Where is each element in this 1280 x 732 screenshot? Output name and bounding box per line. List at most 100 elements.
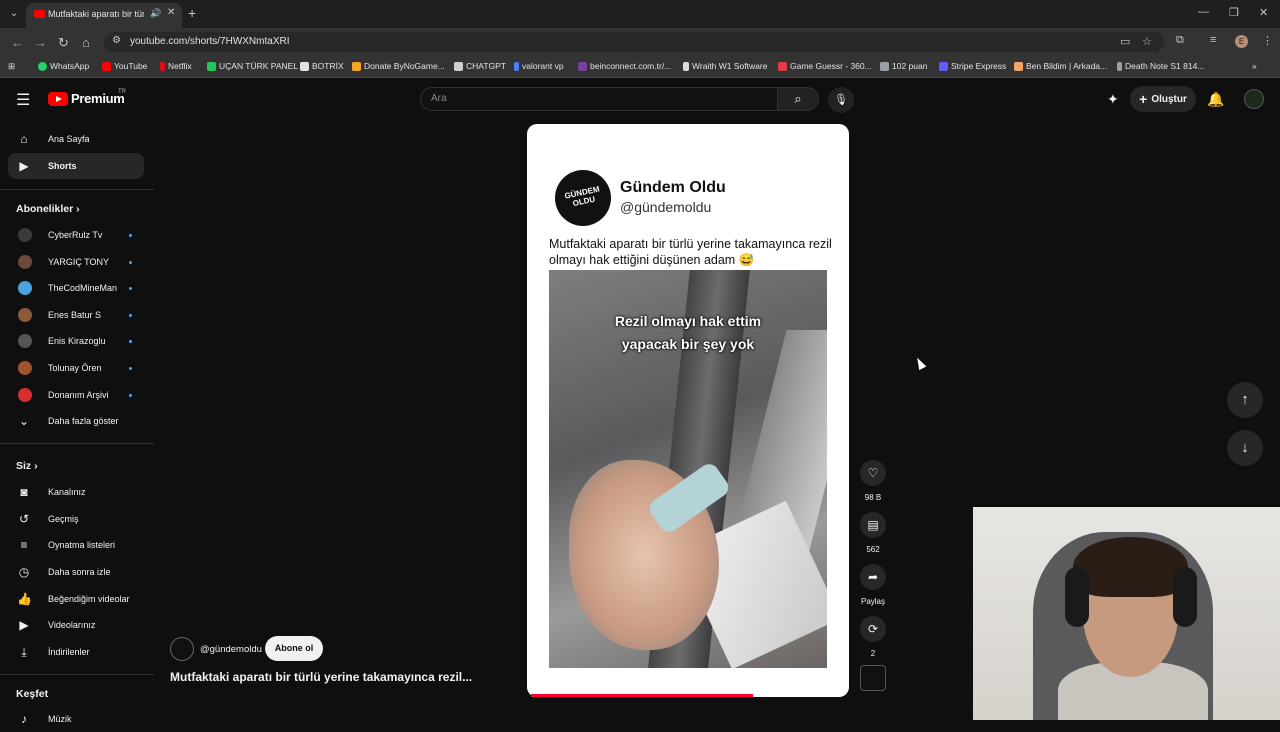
close-tab-icon[interactable]: ✕ <box>167 7 175 18</box>
new-tab-plus-icon[interactable]: + <box>188 5 196 21</box>
share-button[interactable]: ➦ <box>860 564 886 590</box>
bookmark-item[interactable]: Wraith W1 Software <box>683 61 767 71</box>
close-window-icon[interactable]: ✕ <box>1259 6 1268 19</box>
sidebar-subscription[interactable]: Donanım Arşivi <box>8 382 144 408</box>
bookmark-item[interactable]: BOTRİX <box>300 61 344 71</box>
bookmark-item[interactable]: UÇAN TÜRK PANEL <box>207 61 298 71</box>
bookmark-item[interactable]: CHATGPT <box>454 61 506 71</box>
country-code: TR <box>118 89 126 95</box>
bookmark-item[interactable]: Death Note S1 814... <box>1117 61 1204 71</box>
sidebar-subscription[interactable]: CyberRulz Tv <box>8 222 144 248</box>
hamburger-menu-icon[interactable]: ☰ <box>16 90 30 110</box>
remix-button[interactable]: ⟳ <box>860 616 886 642</box>
search-input[interactable]: Ara <box>420 87 778 111</box>
youtube-favicon-icon <box>34 10 45 18</box>
sparkle-icon[interactable]: ✦ <box>1107 91 1119 108</box>
bookmark-item[interactable]: Stripe Express <box>939 61 1006 71</box>
avatar <box>18 281 32 295</box>
url-text[interactable]: youtube.com/shorts/7HWXNmtaXRI <box>130 36 290 47</box>
bookmark-item[interactable]: Donate ByNoGame... <box>352 61 445 71</box>
remix-icon: ⟳ <box>867 622 879 636</box>
bookmark-item[interactable]: WhatsApp <box>38 61 89 71</box>
sidebar-item-downloads[interactable]: ⤓ İndirilenler <box>8 639 144 665</box>
sidebar-subscription[interactable]: TheCodMineMan <box>8 275 144 301</box>
sidebar-item-playlists[interactable]: ≡ Oynatma listeleri <box>8 532 144 558</box>
notifications-bell-icon[interactable]: 🔔 <box>1207 91 1224 108</box>
apps-grid-icon[interactable]: ⊞ <box>8 61 15 72</box>
new-content-dot <box>129 261 132 264</box>
sidebar-subscription[interactable]: Enes Batur S <box>8 302 144 328</box>
tab-list-chevron-icon[interactable]: ⌄ <box>6 6 22 22</box>
browser-tab[interactable]: Mutfaktaki aparatı bir türlü 🔊 ✕ <box>26 3 182 28</box>
bookmark-item[interactable]: Netflix <box>160 61 192 71</box>
reload-icon[interactable]: ↻ <box>58 35 69 51</box>
arrow-down-icon: ↓ <box>1241 439 1249 456</box>
omnibox[interactable]: ⚙ youtube.com/shorts/7HWXNmtaXRI ▭ ☆ <box>104 32 1164 52</box>
sidebar-subscription[interactable]: YARGIÇ TONY <box>8 249 144 275</box>
install-app-icon[interactable]: ▭ <box>1120 35 1130 48</box>
minimize-icon[interactable]: — <box>1198 6 1209 18</box>
bookmark-label: Game Guessr - 360... <box>790 61 872 71</box>
sidebar-item-watch-later[interactable]: ◷ Daha sonra izle <box>8 559 144 585</box>
sidebar-item-liked[interactable]: 👍 Beğendiğim videolar <box>8 586 144 612</box>
home-browser-icon[interactable]: ⌂ <box>82 35 90 50</box>
kick-icon <box>207 61 216 71</box>
bookmark-item[interactable]: 102 puan <box>880 61 927 71</box>
sidebar-item-shorts[interactable]: ▶ Shorts <box>8 153 144 179</box>
sidebar-item-label: Oynatma listeleri <box>48 540 116 550</box>
site-info-icon[interactable]: ⚙ <box>112 35 121 46</box>
previous-short-button[interactable]: ↑ <box>1227 382 1263 418</box>
bookmark-item[interactable]: YouTube <box>102 61 147 71</box>
playback-progress-bar[interactable] <box>531 694 753 697</box>
comment-icon: ▤ <box>867 518 879 532</box>
next-short-button[interactable]: ↓ <box>1227 430 1263 466</box>
sidebar-subscription[interactable]: Tolunay Ören <box>8 355 144 381</box>
share-label: Paylaş <box>860 597 885 606</box>
back-icon[interactable]: ← <box>11 35 24 50</box>
benbildim-icon <box>1014 61 1023 71</box>
sidebar-item-channel[interactable]: ◙ Kanalınız <box>8 479 144 505</box>
search-placeholder: Ara <box>431 93 447 104</box>
sidebar-show-more[interactable]: ⌄ Daha fazla göster <box>8 408 144 434</box>
search-button[interactable]: ⌕ <box>777 87 819 111</box>
sidebar-item-home[interactable]: ⌂ Ana Sayfa <box>8 126 144 152</box>
speaker-icon[interactable]: 🔊 <box>150 8 161 19</box>
bookmark-item[interactable]: beinconnect.com.tr/... <box>578 61 671 71</box>
restore-icon[interactable]: ❐ <box>1229 6 1239 19</box>
you-heading[interactable]: Siz › <box>16 460 38 472</box>
short-title[interactable]: Mutfaktaki aparatı bir türlü yerine taka… <box>170 670 500 684</box>
bookmark-label: WhatsApp <box>50 61 90 71</box>
create-button[interactable]: + Oluştur <box>1130 86 1196 112</box>
sidebar-item-history[interactable]: ↺ Geçmiş <box>8 506 144 532</box>
bookmark-label: Donate ByNoGame... <box>364 61 445 71</box>
account-avatar[interactable] <box>1244 89 1264 109</box>
more-bookmarks-icon[interactable]: » <box>1252 61 1257 71</box>
channel-avatar[interactable] <box>170 637 194 661</box>
profile-avatar[interactable]: E <box>1235 35 1248 48</box>
subscriptions-heading[interactable]: Abonelikler › <box>16 203 80 215</box>
forward-icon[interactable]: → <box>34 35 47 50</box>
bookmark-item[interactable]: Game Guessr - 360... <box>778 61 872 71</box>
youtube-premium-logo[interactable]: Premium <box>48 91 125 106</box>
sound-channel-thumbnail[interactable] <box>860 665 886 691</box>
short-player[interactable]: GÜNDEM OLDU Gündem Oldu @gündemoldu Mutf… <box>527 124 849 697</box>
subscribe-button[interactable]: Abone ol <box>265 636 323 661</box>
bookmarks-bar: ⊞ WhatsApp YouTube Netflix UÇAN TÜRK PAN… <box>0 56 1280 78</box>
address-toolbar: ← → ↻ ⌂ ⚙ youtube.com/shorts/7HWXNmtaXRI… <box>0 28 1280 56</box>
comments-button[interactable]: ▤ <box>860 512 886 538</box>
channel-handle[interactable]: @gündemoldu <box>200 644 262 655</box>
bookmark-item[interactable]: Ben Bildim | Arkada... <box>1014 61 1107 71</box>
bookmark-star-icon[interactable]: ☆ <box>1142 35 1152 48</box>
video-frame[interactable]: Rezil olmayı hak ettim yapacak bir şey y… <box>549 270 827 668</box>
sidebar-item-label: CyberRulz Tv <box>48 230 103 240</box>
like-button[interactable]: ♡ <box>860 460 886 486</box>
comment-count: 562 <box>866 545 880 554</box>
media-control-icon[interactable]: ≡ <box>1210 34 1216 46</box>
sidebar-item-your-videos[interactable]: ▶ Videolarınız <box>8 612 144 638</box>
extensions-icon[interactable]: ⧉ <box>1176 34 1184 47</box>
voice-search-button[interactable]: 🎙 <box>828 87 854 113</box>
bookmark-item[interactable]: valorant vp <box>514 61 564 71</box>
browser-menu-icon[interactable]: ⋮ <box>1262 34 1273 47</box>
sidebar-item-music[interactable]: ♪ Müzik <box>8 706 144 732</box>
sidebar-subscription[interactable]: Enis Kirazoglu <box>8 328 144 354</box>
